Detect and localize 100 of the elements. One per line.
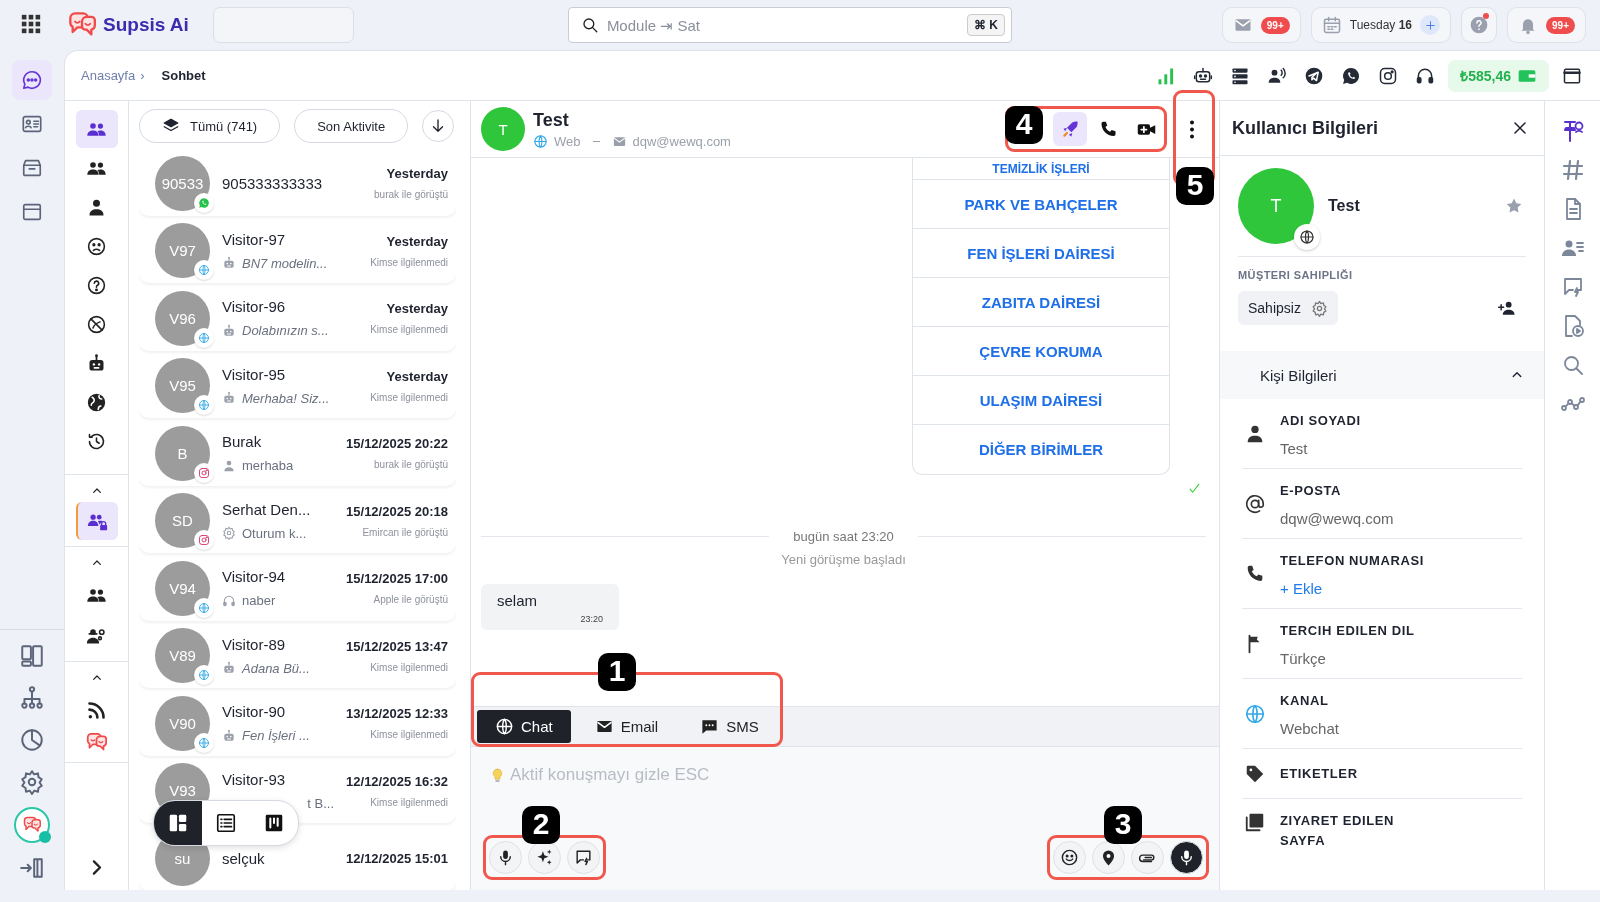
field-value: Webchat: [1280, 719, 1339, 737]
contact-name: Visitor-96: [222, 298, 287, 316]
conversation-item[interactable]: V94 Visitor-94 naber 15/12/2025 17:00 Apple ile görüştü: [139, 556, 456, 621]
message-preview: Dolabınızın s...: [242, 323, 329, 339]
phone-bubble-icon: [1341, 65, 1362, 86]
conversation-item[interactable]: V96 Visitor-96 Dolabınızın s... Yesterday Kimse ilgilenmedi: [139, 286, 456, 351]
boost-button[interactable]: [1053, 112, 1087, 146]
avatar-initials: V90: [169, 714, 196, 732]
conversation-item[interactable]: 90533 905333333333 Yesterday burak ile görüştü: [139, 151, 456, 216]
avatar-initials: su: [174, 849, 191, 867]
quick-reply-button[interactable]: [567, 841, 600, 874]
location-button[interactable]: [1092, 841, 1125, 874]
speech-bubbles-logo-icon: [22, 816, 42, 834]
option-button[interactable]: PARK VE BAHÇELER: [913, 180, 1169, 229]
option-button[interactable]: TEMİZLİK İŞLERİ: [913, 158, 1169, 180]
field-value: Test: [1280, 439, 1309, 457]
notifications-button[interactable]: 99+: [1507, 7, 1586, 43]
at-sign-icon: [1244, 492, 1266, 515]
timestamp: 15/12/2025 20:18: [346, 503, 448, 519]
callout-badge: 1: [598, 653, 636, 691]
message-preview: Merhaba! Siz...: [242, 390, 330, 406]
profile-avatar[interactable]: [14, 807, 50, 843]
channel-tab[interactable]: Chat: [477, 710, 571, 743]
contact-name: Visitor-95: [222, 365, 287, 383]
breadcrumb-current: Sohbet: [161, 68, 206, 83]
timestamp: 13/12/2025 12:33: [346, 706, 448, 722]
contact-name: Visitor-94: [222, 568, 287, 586]
rss-icon: [86, 699, 107, 721]
timestamp: Yesterday: [386, 301, 448, 317]
message-input[interactable]: Aktif konuşmayı gizle ESC: [510, 765, 1203, 785]
contact-name: Visitor-97: [222, 230, 287, 248]
avatar-initials: V95: [169, 377, 196, 395]
field-value: dqw@wewq.com: [1280, 509, 1394, 527]
assignment-status: Kimse ilgilenmedi: [370, 796, 448, 808]
record-button[interactable]: [1170, 841, 1203, 874]
emoji-button[interactable]: [1053, 841, 1086, 874]
contact-name: Burak: [222, 433, 263, 451]
timestamp: 12/12/2025 15:01: [346, 850, 448, 866]
add-link[interactable]: + Ekle: [1280, 579, 1424, 597]
option-button[interactable]: DİĞER BİRİMLER: [913, 425, 1169, 474]
plus-icon: [1423, 18, 1437, 32]
help-icon: [1469, 15, 1490, 35]
conversation-item[interactable]: V90 Visitor-90 Fen İşleri ... 13/12/2025 12:33 Kimse ilgilenmedi: [139, 691, 456, 756]
avatar-initials: SD: [172, 512, 193, 530]
callout-badge: 2: [522, 806, 560, 844]
conversation-item[interactable]: SD Serhat Den... Oturum k... 15/12/2025 20:18 Emircan ile görüştü: [139, 488, 456, 553]
search-bar[interactable]: Module ⇥ Sat ⌘ K: [567, 7, 1012, 43]
field-label: ZIYARET EDILEN SAYFA: [1280, 812, 1396, 850]
conversation-item[interactable]: B Burak merhaba 15/12/2025 20:22 burak ile görüştü: [139, 421, 456, 486]
assignment-status: Apple ile görüştü: [373, 594, 448, 606]
date-button[interactable]: Tuesday 16: [1310, 7, 1452, 43]
conversation-item[interactable]: V97 Visitor-97 BN7 modelin... Yesterday Kimse ilgilenmedi: [139, 218, 456, 283]
option-button[interactable]: ÇEVRE KORUMA: [913, 327, 1169, 376]
nav-button[interactable]: [12, 60, 52, 100]
assignment-status: Kimse ilgilenmedi: [370, 256, 448, 268]
message-text: selam: [497, 592, 538, 609]
pie-chart-icon: [19, 727, 45, 753]
option-button[interactable]: ULAŞIM DAİRESİ: [913, 376, 1169, 425]
ai-button[interactable]: [528, 841, 561, 874]
owner-chip[interactable]: Sahipsiz: [1238, 291, 1338, 325]
timestamp: Yesterday: [386, 368, 448, 384]
timestamp: Yesterday: [386, 233, 448, 249]
channel-tab[interactable]: SMS: [682, 710, 777, 743]
field-value: Türkçe: [1280, 649, 1327, 667]
view-button[interactable]: [154, 801, 202, 845]
voice-button[interactable]: [489, 841, 522, 874]
shortcut-key: ⌘ K: [966, 14, 1005, 36]
option-button[interactable]: FEN İŞLERİ DAİRESİ: [913, 229, 1169, 278]
grid-icon: [20, 13, 42, 35]
field-label: E-POSTA: [1280, 481, 1343, 500]
inbox-button[interactable]: 99+: [1221, 7, 1301, 43]
timestamp: 15/12/2025 20:22: [346, 436, 448, 452]
avatar-initials: 90533: [161, 174, 204, 192]
person-speaking-icon: [1267, 65, 1288, 86]
breadcrumb-link[interactable]: Anasayfa: [81, 68, 136, 83]
hierarchy-icon: [19, 685, 45, 711]
conversation-item[interactable]: V89 Visitor-89 Adana Bü... 15/12/2025 13:47 Kimse ilgilenmedi: [139, 623, 456, 688]
option-button[interactable]: ZABITA DAİRESİ: [913, 278, 1169, 327]
field-label: TERCIH EDILEN DIL: [1280, 621, 1415, 640]
globe-icon: [495, 717, 514, 736]
filter-button[interactable]: [75, 502, 118, 540]
logout-icon: [19, 855, 45, 881]
contact-name: Test: [1328, 197, 1361, 215]
section-header[interactable]: Kişi Bilgileri: [1220, 351, 1544, 399]
question-icon: [86, 274, 107, 296]
search-field[interactable]: Module ⇥ Sat: [606, 16, 959, 34]
contact-name: Serhat Den...: [222, 500, 312, 518]
attach-button[interactable]: [1131, 841, 1164, 874]
contact-email: dqw@wewq.com: [632, 133, 731, 149]
archive-box-icon: [21, 157, 43, 179]
channel-tab[interactable]: Email: [576, 710, 677, 743]
sparkles-icon: [535, 848, 554, 867]
timestamp: 15/12/2025 13:47: [346, 638, 448, 654]
section-label: MÜŞTERI SAHIPLIĞI: [1238, 269, 1354, 281]
contact-avatar: T: [481, 107, 525, 151]
count-badge: 99+: [1260, 16, 1290, 34]
conversation-item[interactable]: V95 Visitor-95 Merhaba! Siz... Yesterday Kimse ilgilenmedi: [139, 353, 456, 418]
globe-icon: [533, 133, 548, 149]
filter-button[interactable]: [75, 110, 118, 148]
kanban-icon: [263, 812, 285, 834]
